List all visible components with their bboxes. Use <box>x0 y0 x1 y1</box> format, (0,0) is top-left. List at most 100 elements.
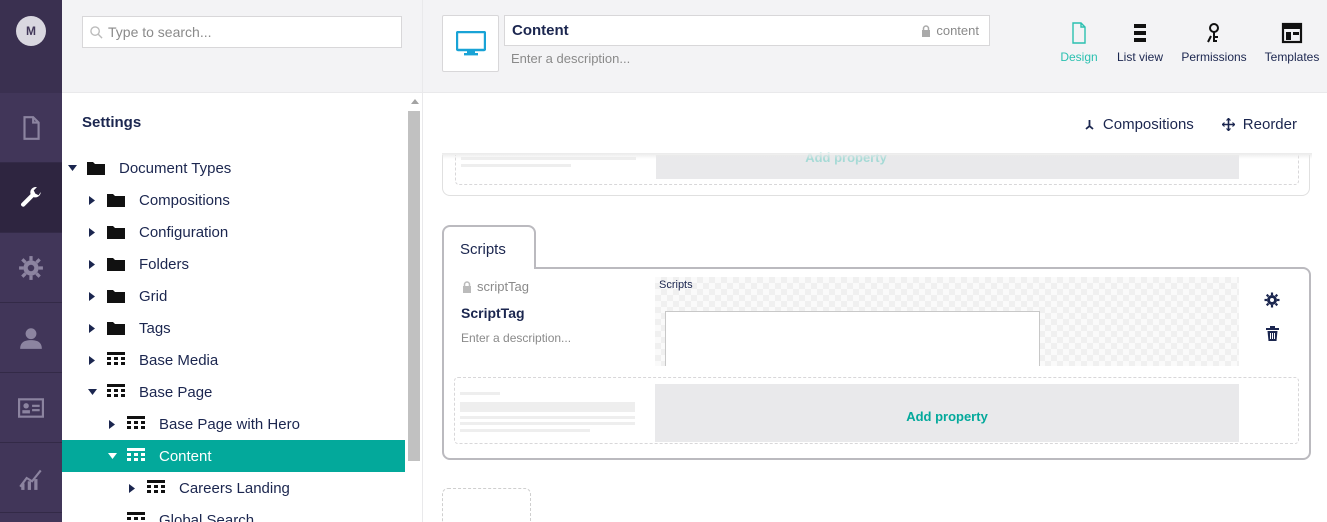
tree-node[interactable]: Base Page <box>62 376 405 408</box>
folder-icon <box>107 224 125 240</box>
folder-icon <box>87 160 105 176</box>
section-users[interactable] <box>0 303 62 373</box>
doctype-icon <box>147 480 165 496</box>
app-list-view[interactable]: List view <box>1109 22 1171 64</box>
caret-right-icon[interactable] <box>87 195 97 205</box>
search-input[interactable] <box>108 17 398 47</box>
scroll-fade <box>442 153 1312 159</box>
caret-down-icon[interactable] <box>87 387 97 397</box>
caret-right-icon[interactable] <box>87 323 97 333</box>
alias-text: content <box>936 23 979 38</box>
doctype-icon <box>107 352 125 368</box>
tree-node[interactable]: Document Types <box>62 152 405 184</box>
chart-icon <box>19 469 42 490</box>
trash-icon[interactable] <box>1266 326 1279 341</box>
document-icon <box>23 115 40 140</box>
tree-node-label: Compositions <box>139 191 230 209</box>
tree-node-label: Base Page <box>139 383 213 401</box>
app-permissions[interactable]: Permissions <box>1171 22 1257 64</box>
name-field[interactable]: Content content <box>504 15 990 46</box>
tree-node[interactable]: Compositions <box>62 184 405 216</box>
property-editor-preview[interactable]: Scripts <box>655 277 1239 366</box>
property-alias: scriptTag <box>462 279 529 294</box>
tree-node[interactable]: Grid <box>62 280 405 312</box>
scroll-up-arrow[interactable] <box>411 99 419 104</box>
tree-node[interactable]: Base Media <box>62 344 405 376</box>
wrench-icon <box>21 186 41 207</box>
section-content[interactable] <box>0 93 62 163</box>
icon-picker[interactable] <box>442 15 499 72</box>
document-outline-icon <box>1072 22 1086 44</box>
caret-down-icon[interactable] <box>67 163 77 173</box>
settings-gear-icon[interactable] <box>1264 292 1280 308</box>
lock-icon <box>922 24 931 37</box>
templates-icon <box>1281 22 1303 44</box>
group-scripts: scriptTag ScriptTag Enter a description.… <box>442 267 1311 460</box>
app-templates-label: Templates <box>1264 50 1320 64</box>
reorder-label: Reorder <box>1242 116 1297 133</box>
app-design[interactable]: Design <box>1049 22 1109 64</box>
tree-node[interactable]: Tags <box>62 312 405 344</box>
app-root: M Settings Document TypesComposit <box>0 0 1327 522</box>
caret-right-icon[interactable] <box>87 227 97 237</box>
folder-icon <box>107 256 125 272</box>
tree-scrollbar[interactable] <box>406 97 420 522</box>
app-permissions-label: Permissions <box>1181 50 1247 64</box>
caret-right-icon[interactable] <box>87 355 97 365</box>
property-scripttag[interactable]: scriptTag ScriptTag Enter a description.… <box>444 269 1309 369</box>
compositions-icon <box>1085 119 1094 130</box>
property-name: ScriptTag <box>461 305 525 321</box>
section-members[interactable] <box>0 373 62 443</box>
tree-node-label: Careers Landing <box>179 479 290 497</box>
caret-placeholder <box>107 515 117 522</box>
tree-search-zone <box>62 0 422 93</box>
app-templates[interactable]: Templates <box>1257 22 1327 64</box>
tree-node-label: Document Types <box>119 159 232 177</box>
section-settings[interactable] <box>0 163 62 233</box>
description-field[interactable]: Enter a description... <box>511 51 630 66</box>
tree-node[interactable]: Content <box>62 440 405 472</box>
section-analytics[interactable] <box>0 443 62 513</box>
section-sidebar: M <box>0 0 62 522</box>
lock-icon <box>463 280 471 293</box>
group-tab-scripts[interactable]: Scripts <box>442 225 536 269</box>
tree-node-label: Configuration <box>139 223 229 241</box>
tree-heading: Settings <box>82 114 142 131</box>
avatar[interactable]: M <box>16 16 46 46</box>
folder-icon <box>107 192 125 208</box>
scroll-thumb[interactable] <box>408 111 420 461</box>
tree-node[interactable]: Configuration <box>62 216 405 248</box>
caret-down-icon[interactable] <box>107 451 117 461</box>
add-property-button[interactable]: Add property <box>655 409 1239 424</box>
tree-node-label: Base Media <box>139 351 219 369</box>
folder-icon <box>107 288 125 304</box>
reorder-button[interactable]: Reorder <box>1221 116 1297 133</box>
editor-header: Content content Enter a description... D… <box>423 0 1327 93</box>
tree-node[interactable]: Global Search <box>62 504 405 522</box>
add-group-placeholder[interactable] <box>442 488 531 522</box>
caret-right-icon[interactable] <box>87 259 97 269</box>
editor-toolbar: Compositions Reorder <box>1084 116 1297 133</box>
tree-node-label: Content <box>159 447 212 465</box>
doctype-icon <box>127 416 145 432</box>
add-property-row: Add property <box>454 377 1299 444</box>
tree-node-label: Base Page with Hero <box>159 415 300 433</box>
tree-node[interactable]: Careers Landing <box>62 472 405 504</box>
tree-panel: Settings Document Types Compositions Confi… <box>62 0 423 522</box>
tree-node-label: Folders <box>139 255 190 273</box>
doctype-icon <box>107 384 125 400</box>
previous-group: Add property <box>442 150 1310 196</box>
doctype-icon <box>127 448 145 464</box>
section-packages[interactable] <box>0 233 62 303</box>
compositions-label: Compositions <box>1102 116 1194 133</box>
app-list-view-label: List view <box>1116 50 1163 64</box>
caret-right-icon[interactable] <box>127 483 137 493</box>
tree-node[interactable]: Base Page with Hero <box>62 408 405 440</box>
compositions-button[interactable]: Compositions <box>1084 116 1194 133</box>
alias-locked[interactable]: content <box>921 23 979 38</box>
doctype-icon <box>127 512 145 522</box>
tree-node-label: Tags <box>139 319 171 337</box>
tree-node[interactable]: Folders <box>62 248 405 280</box>
caret-right-icon[interactable] <box>107 419 117 429</box>
caret-right-icon[interactable] <box>87 291 97 301</box>
